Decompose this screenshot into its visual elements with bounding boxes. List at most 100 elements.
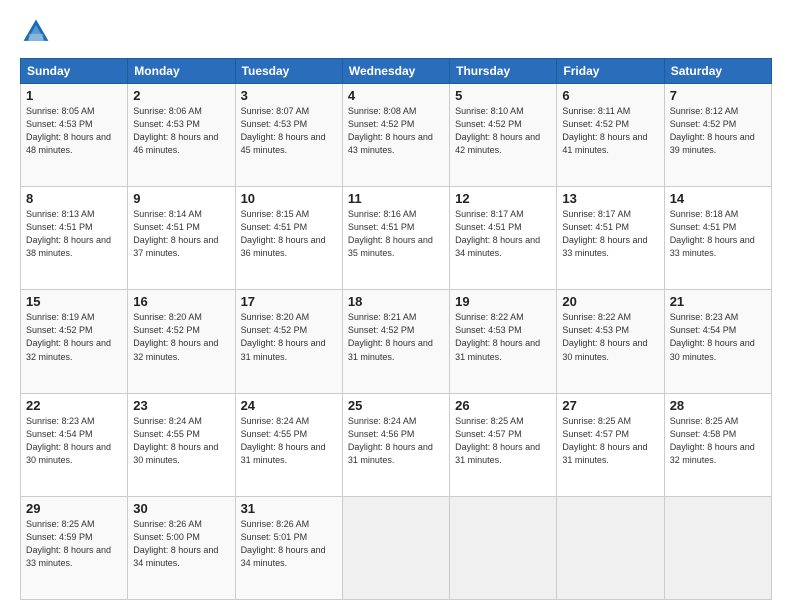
calendar-week-2: 8 Sunrise: 8:13 AMSunset: 4:51 PMDaylight… — [21, 187, 772, 290]
day-number: 8 — [26, 191, 122, 206]
day-content: Sunrise: 8:21 AMSunset: 4:52 PMDaylight:… — [348, 311, 444, 363]
calendar-cell: 20 Sunrise: 8:22 AMSunset: 4:53 PMDayligh… — [557, 290, 664, 393]
day-number: 27 — [562, 398, 658, 413]
day-number: 6 — [562, 88, 658, 103]
day-content: Sunrise: 8:13 AMSunset: 4:51 PMDaylight:… — [26, 208, 122, 260]
day-content: Sunrise: 8:24 AMSunset: 4:55 PMDaylight:… — [241, 415, 337, 467]
calendar-header-friday: Friday — [557, 59, 664, 84]
calendar-header-sunday: Sunday — [21, 59, 128, 84]
calendar-week-4: 22 Sunrise: 8:23 AMSunset: 4:54 PMDayligh… — [21, 393, 772, 496]
day-content: Sunrise: 8:17 AMSunset: 4:51 PMDaylight:… — [562, 208, 658, 260]
day-number: 20 — [562, 294, 658, 309]
calendar-header-row: SundayMondayTuesdayWednesdayThursdayFrid… — [21, 59, 772, 84]
day-number: 9 — [133, 191, 229, 206]
page: SundayMondayTuesdayWednesdayThursdayFrid… — [0, 0, 792, 612]
calendar-header-tuesday: Tuesday — [235, 59, 342, 84]
calendar-cell: 14 Sunrise: 8:18 AMSunset: 4:51 PMDayligh… — [664, 187, 771, 290]
calendar-cell: 6 Sunrise: 8:11 AMSunset: 4:52 PMDaylight… — [557, 84, 664, 187]
calendar-cell: 12 Sunrise: 8:17 AMSunset: 4:51 PMDayligh… — [450, 187, 557, 290]
calendar-week-1: 1 Sunrise: 8:05 AMSunset: 4:53 PMDaylight… — [21, 84, 772, 187]
day-content: Sunrise: 8:22 AMSunset: 4:53 PMDaylight:… — [562, 311, 658, 363]
day-content: Sunrise: 8:06 AMSunset: 4:53 PMDaylight:… — [133, 105, 229, 157]
calendar-cell: 27 Sunrise: 8:25 AMSunset: 4:57 PMDayligh… — [557, 393, 664, 496]
calendar-cell: 21 Sunrise: 8:23 AMSunset: 4:54 PMDayligh… — [664, 290, 771, 393]
day-content: Sunrise: 8:18 AMSunset: 4:51 PMDaylight:… — [670, 208, 766, 260]
day-number: 5 — [455, 88, 551, 103]
day-content: Sunrise: 8:14 AMSunset: 4:51 PMDaylight:… — [133, 208, 229, 260]
calendar-cell — [450, 496, 557, 599]
calendar-cell: 16 Sunrise: 8:20 AMSunset: 4:52 PMDayligh… — [128, 290, 235, 393]
day-content: Sunrise: 8:08 AMSunset: 4:52 PMDaylight:… — [348, 105, 444, 157]
day-number: 22 — [26, 398, 122, 413]
day-content: Sunrise: 8:26 AMSunset: 5:01 PMDaylight:… — [241, 518, 337, 570]
calendar-cell: 24Sunrise: 8:24 AMSunset: 4:55 PMDayligh… — [235, 393, 342, 496]
calendar-cell: 23 Sunrise: 8:24 AMSunset: 4:55 PMDayligh… — [128, 393, 235, 496]
calendar: SundayMondayTuesdayWednesdayThursdayFrid… — [20, 58, 772, 600]
day-number: 21 — [670, 294, 766, 309]
calendar-cell: 11 Sunrise: 8:16 AMSunset: 4:51 PMDayligh… — [342, 187, 449, 290]
day-content: Sunrise: 8:19 AMSunset: 4:52 PMDaylight:… — [26, 311, 122, 363]
day-content: Sunrise: 8:25 AMSunset: 4:57 PMDaylight:… — [455, 415, 551, 467]
day-number: 16 — [133, 294, 229, 309]
day-content: Sunrise: 8:24 AMSunset: 4:55 PMDaylight:… — [133, 415, 229, 467]
calendar-cell: 29Sunrise: 8:25 AMSunset: 4:59 PMDayligh… — [21, 496, 128, 599]
calendar-cell: 10 Sunrise: 8:15 AMSunset: 4:51 PMDayligh… — [235, 187, 342, 290]
day-number: 13 — [562, 191, 658, 206]
calendar-cell: 8 Sunrise: 8:13 AMSunset: 4:51 PMDaylight… — [21, 187, 128, 290]
day-content: Sunrise: 8:25 AMSunset: 4:57 PMDaylight:… — [562, 415, 658, 467]
day-content: Sunrise: 8:25 AMSunset: 4:58 PMDaylight:… — [670, 415, 766, 467]
day-number: 2 — [133, 88, 229, 103]
day-content: Sunrise: 8:25 AMSunset: 4:59 PMDaylight:… — [26, 518, 122, 570]
calendar-cell — [557, 496, 664, 599]
calendar-cell: 3Sunrise: 8:07 AMSunset: 4:53 PMDaylight… — [235, 84, 342, 187]
calendar-header-wednesday: Wednesday — [342, 59, 449, 84]
calendar-cell: 30 Sunrise: 8:26 AMSunset: 5:00 PMDayligh… — [128, 496, 235, 599]
day-number: 11 — [348, 191, 444, 206]
calendar-cell: 2 Sunrise: 8:06 AMSunset: 4:53 PMDaylight… — [128, 84, 235, 187]
day-number: 18 — [348, 294, 444, 309]
day-number: 30 — [133, 501, 229, 516]
calendar-cell — [342, 496, 449, 599]
calendar-cell: 28 Sunrise: 8:25 AMSunset: 4:58 PMDayligh… — [664, 393, 771, 496]
day-content: Sunrise: 8:12 AMSunset: 4:52 PMDaylight:… — [670, 105, 766, 157]
day-number: 12 — [455, 191, 551, 206]
calendar-cell: 13 Sunrise: 8:17 AMSunset: 4:51 PMDayligh… — [557, 187, 664, 290]
day-content: Sunrise: 8:23 AMSunset: 4:54 PMDaylight:… — [26, 415, 122, 467]
day-number: 1 — [26, 88, 122, 103]
day-number: 19 — [455, 294, 551, 309]
header — [20, 16, 772, 48]
day-content: Sunrise: 8:05 AMSunset: 4:53 PMDaylight:… — [26, 105, 122, 157]
day-number: 14 — [670, 191, 766, 206]
logo — [20, 16, 56, 48]
day-content: Sunrise: 8:17 AMSunset: 4:51 PMDaylight:… — [455, 208, 551, 260]
day-content: Sunrise: 8:10 AMSunset: 4:52 PMDaylight:… — [455, 105, 551, 157]
day-number: 25 — [348, 398, 444, 413]
day-content: Sunrise: 8:26 AMSunset: 5:00 PMDaylight:… — [133, 518, 229, 570]
day-content: Sunrise: 8:20 AMSunset: 4:52 PMDaylight:… — [133, 311, 229, 363]
day-number: 23 — [133, 398, 229, 413]
calendar-header-thursday: Thursday — [450, 59, 557, 84]
day-number: 15 — [26, 294, 122, 309]
day-content: Sunrise: 8:16 AMSunset: 4:51 PMDaylight:… — [348, 208, 444, 260]
calendar-cell: 1 Sunrise: 8:05 AMSunset: 4:53 PMDaylight… — [21, 84, 128, 187]
day-number: 10 — [241, 191, 337, 206]
calendar-cell: 4Sunrise: 8:08 AMSunset: 4:52 PMDaylight… — [342, 84, 449, 187]
day-content: Sunrise: 8:23 AMSunset: 4:54 PMDaylight:… — [670, 311, 766, 363]
calendar-cell: 22 Sunrise: 8:23 AMSunset: 4:54 PMDayligh… — [21, 393, 128, 496]
day-number: 31 — [241, 501, 337, 516]
calendar-cell: 26Sunrise: 8:25 AMSunset: 4:57 PMDayligh… — [450, 393, 557, 496]
day-number: 28 — [670, 398, 766, 413]
day-number: 17 — [241, 294, 337, 309]
day-content: Sunrise: 8:15 AMSunset: 4:51 PMDaylight:… — [241, 208, 337, 260]
day-content: Sunrise: 8:24 AMSunset: 4:56 PMDaylight:… — [348, 415, 444, 467]
calendar-cell: 15 Sunrise: 8:19 AMSunset: 4:52 PMDayligh… — [21, 290, 128, 393]
day-number: 3 — [241, 88, 337, 103]
calendar-header-saturday: Saturday — [664, 59, 771, 84]
calendar-cell: 5 Sunrise: 8:10 AMSunset: 4:52 PMDaylight… — [450, 84, 557, 187]
day-content: Sunrise: 8:11 AMSunset: 4:52 PMDaylight:… — [562, 105, 658, 157]
calendar-cell: 17 Sunrise: 8:20 AMSunset: 4:52 PMDayligh… — [235, 290, 342, 393]
calendar-week-5: 29Sunrise: 8:25 AMSunset: 4:59 PMDayligh… — [21, 496, 772, 599]
calendar-week-3: 15 Sunrise: 8:19 AMSunset: 4:52 PMDayligh… — [21, 290, 772, 393]
day-content: Sunrise: 8:20 AMSunset: 4:52 PMDaylight:… — [241, 311, 337, 363]
calendar-cell: 19Sunrise: 8:22 AMSunset: 4:53 PMDayligh… — [450, 290, 557, 393]
